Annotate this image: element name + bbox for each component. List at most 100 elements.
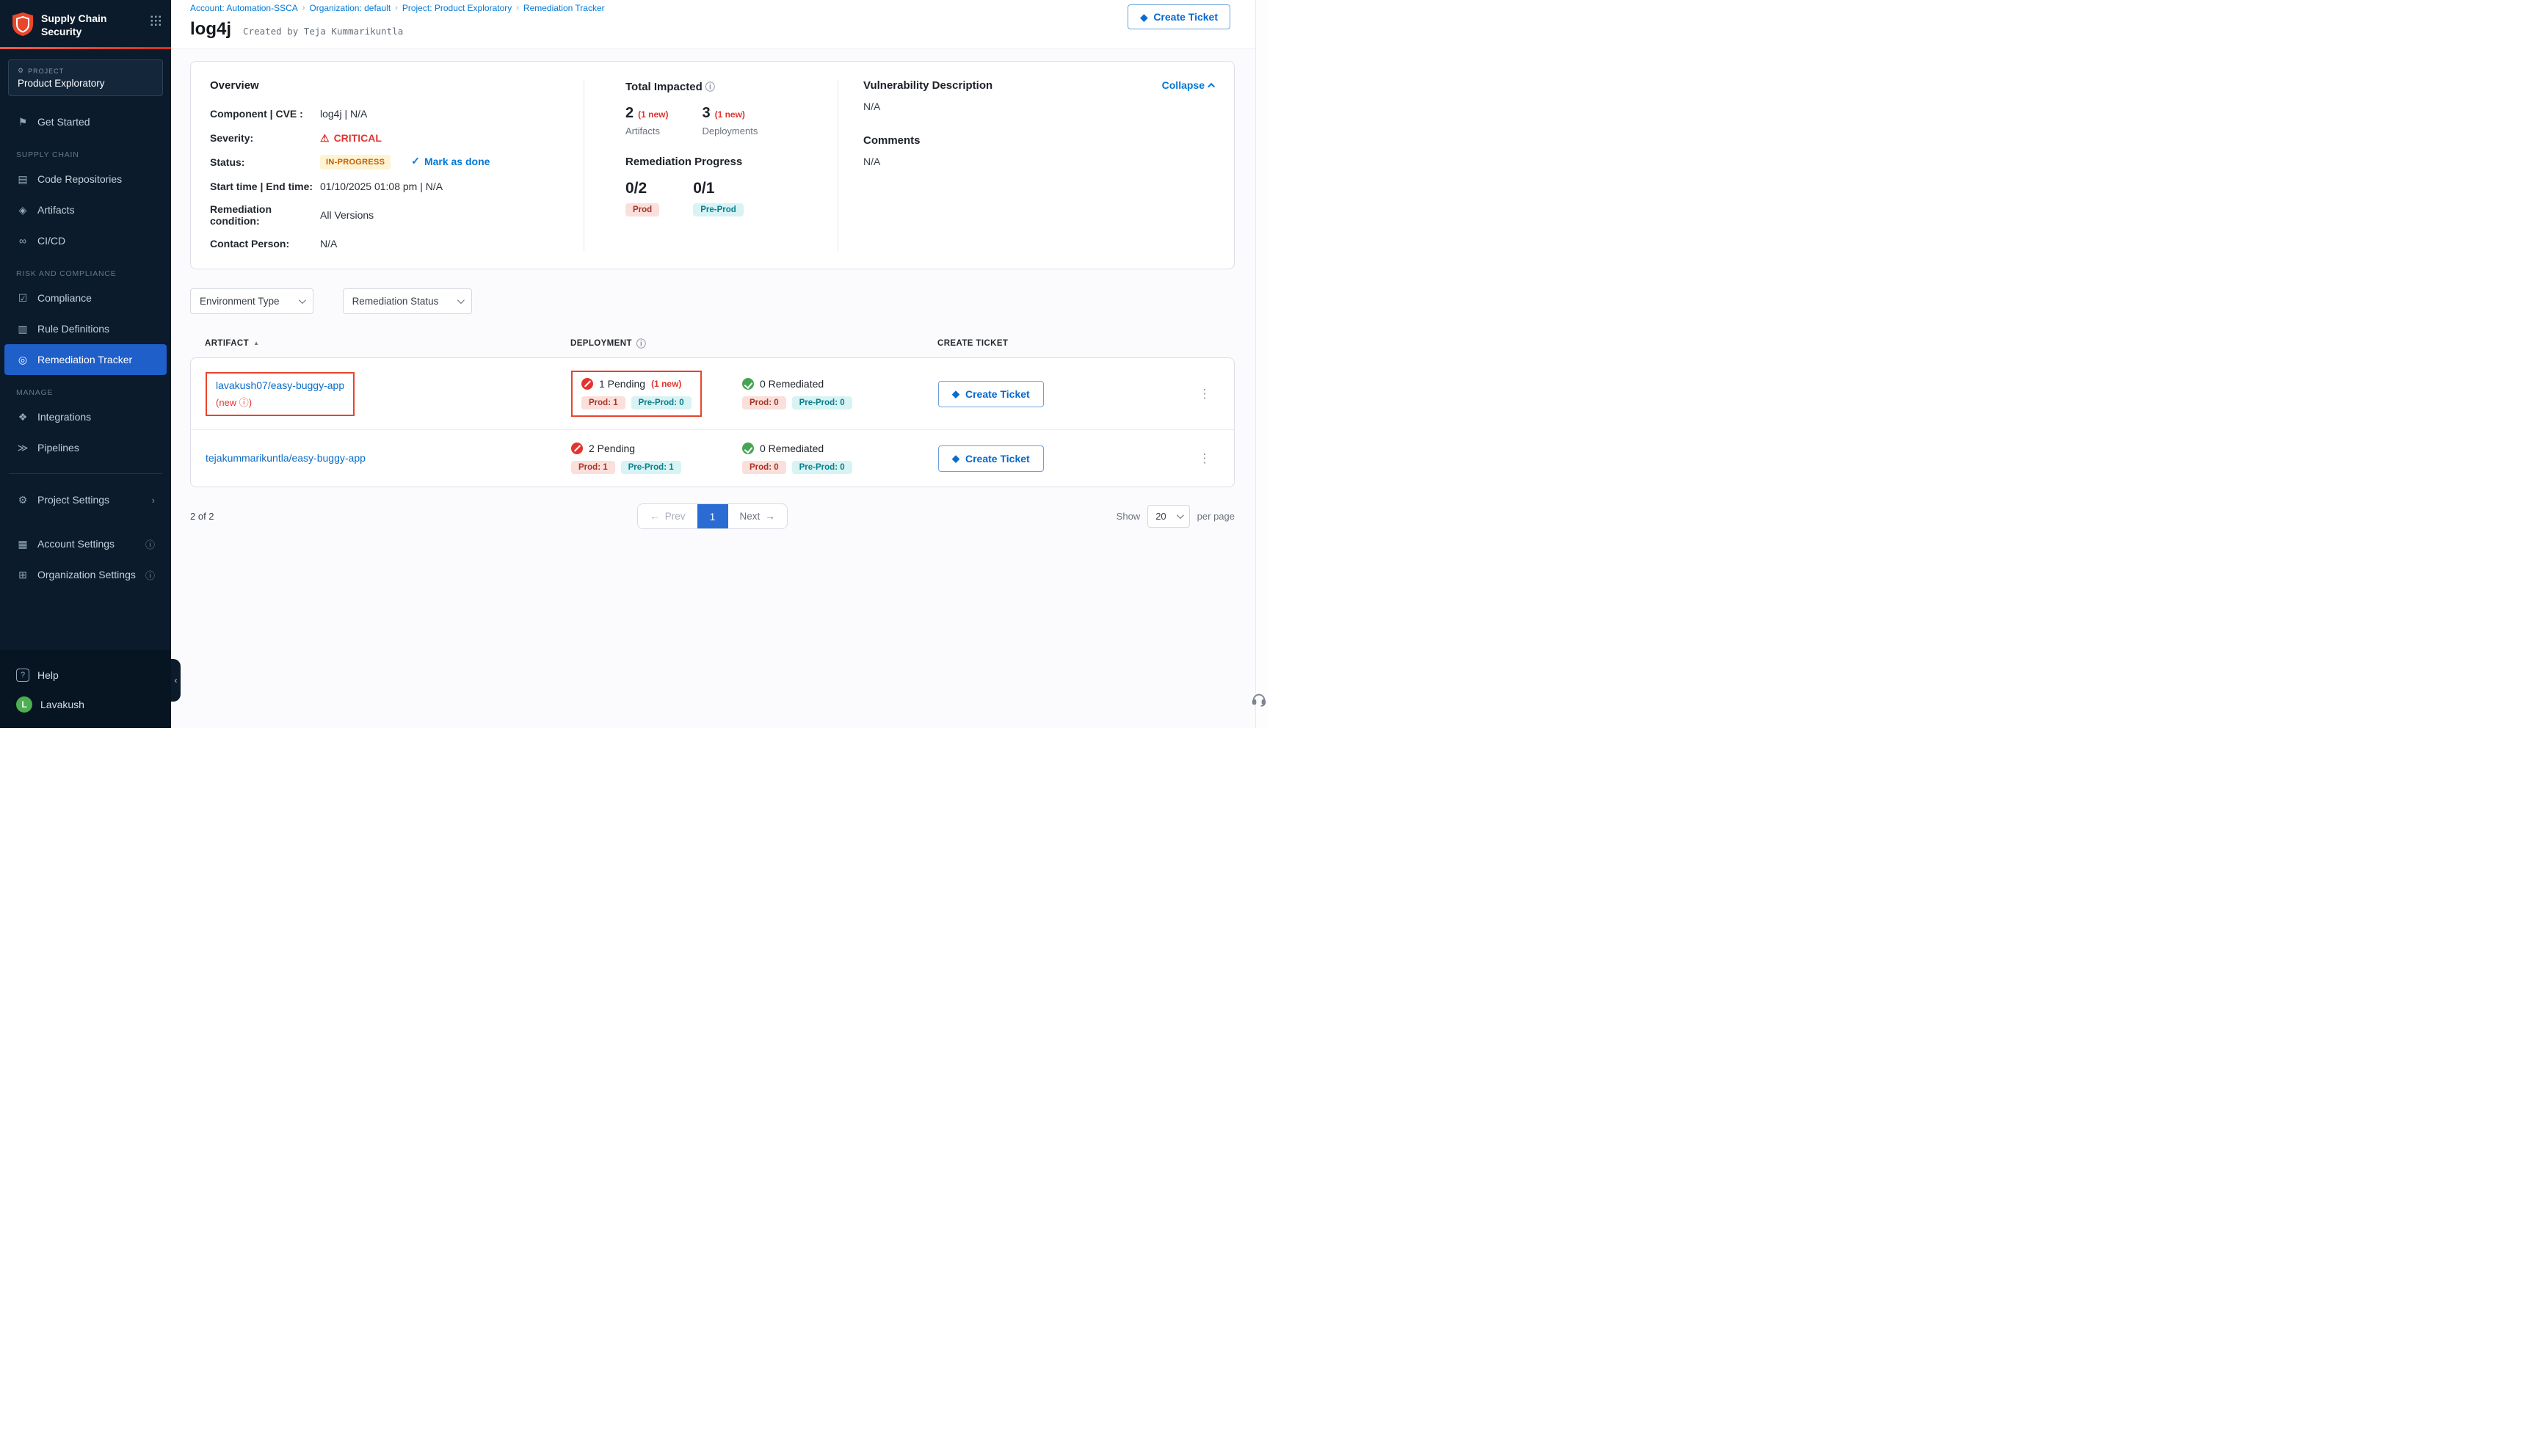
breadcrumb-account[interactable]: Account: Automation-SSCA	[190, 3, 298, 13]
sidebar-collapse-handle[interactable]: ‹	[171, 659, 181, 702]
user-menu[interactable]: L Lavakush	[0, 690, 171, 719]
remediation-status-filter[interactable]: Remediation Status	[343, 288, 473, 314]
pipelines-icon: ≫	[16, 442, 29, 454]
create-ticket-button[interactable]: ◆ Create Ticket	[938, 381, 1044, 407]
info-icon[interactable]: ⓘ	[145, 568, 155, 582]
result-count: 2 of 2	[190, 511, 410, 522]
sidebar-item-compliance[interactable]: ☑ Compliance	[4, 283, 167, 313]
info-icon[interactable]: ⓘ	[145, 537, 155, 551]
preprod-pending-badge: Pre-Prod: 0	[631, 396, 692, 410]
row-menu-kebab-icon[interactable]: ⋮	[1190, 387, 1219, 401]
user-name: Lavakush	[40, 699, 84, 710]
breadcrumb-page[interactable]: Remediation Tracker	[523, 3, 605, 13]
artifact-link[interactable]: tejakummarikuntla/easy-buggy-app	[206, 452, 366, 464]
prod-remediated-badge: Prod: 0	[742, 396, 786, 410]
section-label-manage: MANAGE	[0, 375, 171, 401]
annotation-box-pending: 1 Pending (1 new) Prod: 1 Pre-Prod: 0	[571, 371, 702, 417]
sidebar-item-organization-settings[interactable]: ⊞ Organization Settings ⓘ	[4, 559, 167, 590]
mark-as-done-button[interactable]: ✓ Mark as done	[411, 155, 490, 167]
overview-details: Overview Component | CVE : log4j | N/A S…	[210, 79, 584, 251]
deployments-count: 3	[702, 105, 710, 122]
help-button[interactable]: ? Help	[0, 660, 171, 690]
breadcrumb: Account: Automation-SSCA › Organization:…	[190, 3, 1235, 13]
total-impacted-title: Total Impacted ⓘ	[625, 79, 838, 93]
sidebar-item-artifacts[interactable]: ◈ Artifacts	[4, 194, 167, 225]
breadcrumb-project[interactable]: Project: Product Exploratory	[402, 3, 512, 13]
vulnerability-description-value: N/A	[863, 101, 1127, 112]
collapse-toggle[interactable]: Collapse	[1162, 79, 1215, 91]
sidebar-item-label: Compliance	[37, 292, 92, 304]
artifact-link[interactable]: lavakush07/easy-buggy-app	[216, 379, 344, 391]
app-root: Supply Chain Security ⚙ PROJECT Product …	[0, 0, 1268, 728]
artifact-cell: tejakummarikuntla/easy-buggy-app	[206, 452, 571, 465]
row-menu-kebab-icon[interactable]: ⋮	[1190, 451, 1219, 466]
sidebar-item-cicd[interactable]: ∞ CI/CD	[4, 225, 167, 256]
app-switcher-grid-icon[interactable]	[150, 15, 161, 26]
help-label: Help	[37, 669, 59, 681]
sidebar-item-integrations[interactable]: ❖ Integrations	[4, 401, 167, 432]
prev-page-button[interactable]: ← Prev	[638, 504, 697, 528]
chevron-down-icon	[299, 296, 306, 304]
account-settings-icon: ▦	[16, 538, 29, 550]
contact-person-label: Contact Person:	[210, 238, 320, 250]
project-label: PROJECT	[28, 68, 64, 75]
page-size-select[interactable]: 20	[1147, 505, 1189, 528]
sidebar-item-get-started[interactable]: ⚑ Get Started	[4, 106, 167, 137]
brand: Supply Chain Security	[0, 0, 171, 47]
component-cve-label: Component | CVE :	[210, 108, 320, 120]
page-size-group: Show 20 per page	[1015, 505, 1235, 528]
page-1-button[interactable]: 1	[697, 504, 728, 528]
chevron-up-icon	[1208, 82, 1215, 90]
created-by-text: Created by Teja Kummarikuntla	[243, 26, 403, 37]
sidebar-item-label: CI/CD	[37, 235, 65, 247]
chevron-down-icon	[1177, 512, 1184, 519]
pending-count-label: 1 Pending	[599, 378, 645, 390]
create-ticket-button[interactable]: ◆ Create Ticket	[1128, 4, 1230, 29]
prod-progress-stat: 0/2 Prod	[625, 180, 659, 216]
info-icon[interactable]: ⓘ	[636, 336, 646, 350]
deployments-new-count: (1 new)	[715, 109, 745, 120]
next-arrow-icon: →	[765, 511, 775, 522]
section-label-supply-chain: SUPPLY CHAIN	[0, 137, 171, 164]
prod-progress-value: 0/2	[625, 180, 659, 197]
project-selector[interactable]: ⚙ PROJECT Product Exploratory	[8, 59, 163, 96]
create-ticket-button[interactable]: ◆ Create Ticket	[938, 445, 1044, 472]
remediated-cell: 0 Remediated Prod: 0 Pre-Prod: 0	[742, 378, 938, 410]
table-header: ARTIFACT ▲ DEPLOYMENT ⓘ CREATE TICKET	[190, 336, 1235, 350]
project-name: Product Exploratory	[18, 78, 153, 89]
comments-title: Comments	[863, 134, 1127, 147]
pagination: 2 of 2 ← Prev 1 Next → Show 20	[190, 503, 1235, 529]
sidebar-item-remediation-tracker[interactable]: ◎ Remediation Tracker	[4, 344, 167, 375]
preprod-remediated-badge: Pre-Prod: 0	[792, 461, 852, 474]
chevron-right-icon: ›	[152, 495, 155, 506]
sidebar-item-project-settings[interactable]: ⚙ Project Settings ›	[4, 484, 167, 515]
breadcrumb-separator: ›	[302, 4, 305, 12]
pending-new-label: (1 new)	[651, 379, 681, 389]
environment-type-filter[interactable]: Environment Type	[190, 288, 313, 314]
pending-count-label: 2 Pending	[589, 443, 635, 454]
breadcrumb-separator: ›	[516, 4, 519, 12]
diamond-icon: ◆	[952, 454, 959, 463]
breadcrumb-organization[interactable]: Organization: default	[309, 3, 391, 13]
show-label: Show	[1117, 511, 1141, 522]
brand-line1: Supply Chain	[41, 12, 142, 25]
sidebar-footer: ? Help L Lavakush	[0, 650, 171, 728]
overview-title: Overview	[210, 79, 584, 92]
severity-label: Severity:	[210, 132, 320, 144]
pager: ← Prev 1 Next →	[637, 503, 788, 529]
time-value: 01/10/2025 01:08 pm | N/A	[320, 181, 584, 192]
avatar: L	[16, 696, 32, 713]
sidebar-item-code-repositories[interactable]: ▤ Code Repositories	[4, 164, 167, 194]
info-icon[interactable]: ⓘ	[705, 81, 715, 92]
sidebar-item-account-settings[interactable]: ▦ Account Settings ⓘ	[4, 528, 167, 559]
prev-arrow-icon: ←	[650, 511, 660, 522]
prod-pending-badge: Prod: 1	[581, 396, 625, 410]
brand-accent-bar	[0, 47, 171, 49]
scrollbar-gutter[interactable]	[1255, 0, 1268, 728]
support-headset-icon[interactable]	[1251, 691, 1267, 707]
sidebar-item-pipelines[interactable]: ≫ Pipelines	[4, 432, 167, 463]
sidebar-item-label: Integrations	[37, 411, 91, 423]
artifact-column-header[interactable]: ARTIFACT ▲	[205, 339, 570, 348]
sidebar-item-rule-definitions[interactable]: ▥ Rule Definitions	[4, 313, 167, 344]
next-page-button[interactable]: Next →	[728, 504, 787, 528]
